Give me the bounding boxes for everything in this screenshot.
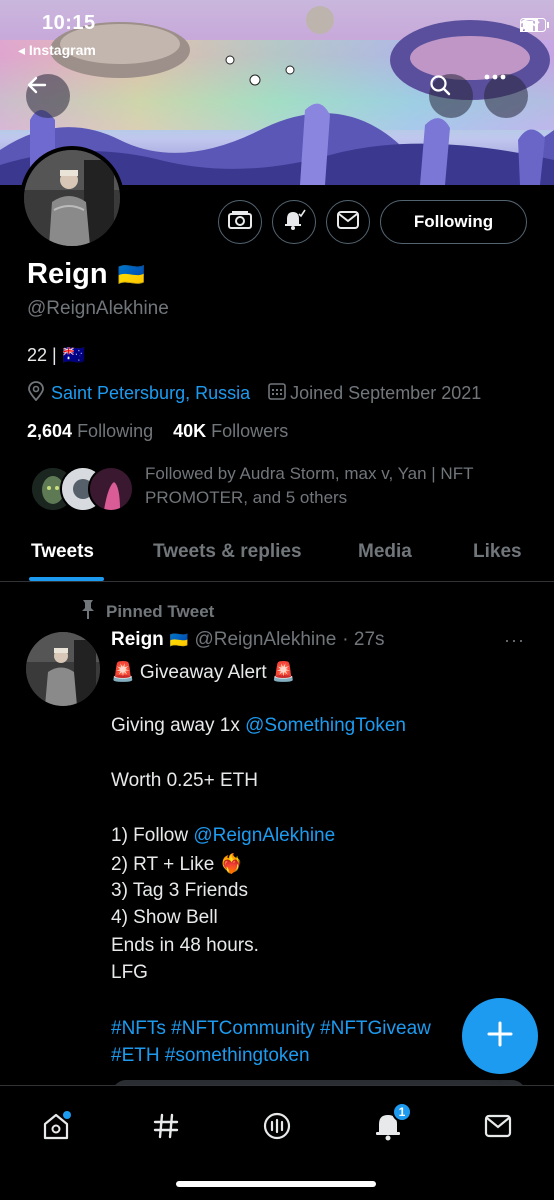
profile-avatar[interactable] <box>20 146 124 250</box>
profile-name-row: Reign 🇺🇦 <box>27 258 145 291</box>
followers-label: Followers <box>211 421 289 441</box>
tweet-line-lfg: LFG <box>111 962 148 983</box>
nav-home[interactable] <box>36 1108 76 1148</box>
back-to-app-link[interactable]: ◂ Instagram <box>18 42 96 59</box>
followers-count: 40K <box>173 421 207 441</box>
ukraine-flag-emoji: 🇺🇦 <box>117 261 145 287</box>
profile-tabs: Tweets Tweets & replies Media Likes <box>0 530 554 582</box>
back-button[interactable] <box>26 74 70 118</box>
message-icon <box>337 210 359 234</box>
followed-by-text[interactable]: Followed by Audra Storm, max v, Yan | NF… <box>145 462 525 510</box>
status-time: 10:15 <box>42 12 96 34</box>
home-indicator[interactable] <box>176 1181 376 1187</box>
follow-counts: 2,604 Following 40K Followers <box>27 421 288 442</box>
tweet-text: Giving away 1x <box>111 715 246 736</box>
tab-media[interactable]: Media <box>358 541 412 563</box>
more-options-button[interactable] <box>484 74 528 118</box>
australia-flag-emoji: 🇦🇺 <box>62 345 86 365</box>
tweet-author-avatar[interactable] <box>26 632 100 706</box>
tip-button[interactable] <box>218 200 262 244</box>
tweet-more-icon[interactable]: ··· <box>504 630 525 651</box>
tweet-line-hashtags-2: #ETH #somethingtoken <box>111 1045 310 1067</box>
followed-by-avatars[interactable] <box>30 466 140 514</box>
following-button[interactable]: Following <box>380 200 527 244</box>
nav-messages[interactable] <box>478 1108 518 1148</box>
tweet-line-worth: Worth 0.25+ ETH <box>111 770 258 791</box>
tip-jar-icon <box>228 210 252 235</box>
tweet-line-step2: 2) RT + Like ❤️‍🔥 <box>111 854 244 875</box>
tweet-line-step3: 3) Tag 3 Friends <box>111 880 248 901</box>
following-label: Following <box>77 421 154 441</box>
nav-spaces[interactable] <box>257 1108 297 1148</box>
tab-tweets-replies[interactable]: Tweets & replies <box>153 541 302 563</box>
following-link[interactable]: 2,604 Following <box>27 421 153 441</box>
ukraine-flag-emoji: 🇺🇦 <box>169 632 189 649</box>
explore-hashtag-icon <box>152 1112 180 1145</box>
profile-name: Reign <box>27 258 108 290</box>
spaces-icon <box>262 1111 292 1146</box>
profile-handle: @ReignAlekhine <box>27 298 169 319</box>
tab-tweets[interactable]: Tweets <box>31 541 94 563</box>
location-icon <box>27 381 45 406</box>
tweet-line-alert: 🚨 Giveaway Alert 🚨 <box>111 662 296 683</box>
compose-tweet-button[interactable] <box>462 998 538 1074</box>
hashtag-links[interactable]: #NFTs #NFTCommunity #NFTGiveaw <box>111 1018 431 1039</box>
bio-age: 22 | <box>27 345 57 365</box>
tweet-author-name[interactable]: Reign <box>111 629 164 651</box>
avatar-photo <box>24 150 120 246</box>
active-tab-indicator <box>29 577 104 581</box>
mention-link[interactable]: @SomethingToken <box>245 715 406 736</box>
tweet-author-handle[interactable]: @ReignAlekhine <box>194 629 336 651</box>
mention-link[interactable]: @ReignAlekhine <box>193 825 335 846</box>
tweet-timestamp: · 27s <box>342 629 385 650</box>
profile-joined: Joined September 2021 <box>290 383 482 403</box>
follower-avatar <box>88 466 134 512</box>
compose-plus-icon <box>486 1020 514 1053</box>
pinned-tweet-label: Pinned Tweet <box>80 599 214 624</box>
tweet-line-ends: Ends in 48 hours. <box>111 935 259 956</box>
nav-notifications[interactable]: 1 <box>368 1102 412 1148</box>
followers-link[interactable]: 40K Followers <box>173 421 288 441</box>
profile-bio: 22 | 🇦🇺 <box>27 345 85 366</box>
pin-icon <box>80 599 96 624</box>
profile-meta: Saint Petersburg, Russia Joined Septembe… <box>27 381 481 406</box>
search-button[interactable] <box>429 74 473 118</box>
calendar-icon <box>268 382 286 405</box>
pinned-label: Pinned Tweet <box>106 601 215 621</box>
profile-location[interactable]: Saint Petersburg, Russia <box>51 383 250 404</box>
home-icon <box>41 1110 71 1146</box>
tweet-line-hashtags-1: #NFTs #NFTCommunity #NFTGiveaw <box>111 1018 431 1040</box>
message-button[interactable] <box>326 200 370 244</box>
hashtag-links[interactable]: #ETH #somethingtoken <box>111 1045 310 1066</box>
nav-explore[interactable] <box>146 1108 186 1148</box>
messages-icon <box>484 1114 512 1143</box>
avatar-photo <box>26 632 100 706</box>
notification-bell-icon <box>282 208 306 237</box>
tweet-line-step1: 1) Follow @ReignAlekhine <box>111 825 335 847</box>
notifications-subscribe-button[interactable] <box>272 200 316 244</box>
tweet-header: Reign 🇺🇦 @ReignAlekhine · 27s <box>111 629 385 651</box>
tab-likes[interactable]: Likes <box>473 541 522 563</box>
tweet-text: 1) Follow <box>111 825 194 846</box>
tweet-line-step4: 4) Show Bell <box>111 907 218 928</box>
notification-count-badge: 1 <box>392 1102 412 1122</box>
tweet-line-giving: Giving away 1x @SomethingToken <box>111 715 406 737</box>
following-count: 2,604 <box>27 421 73 441</box>
